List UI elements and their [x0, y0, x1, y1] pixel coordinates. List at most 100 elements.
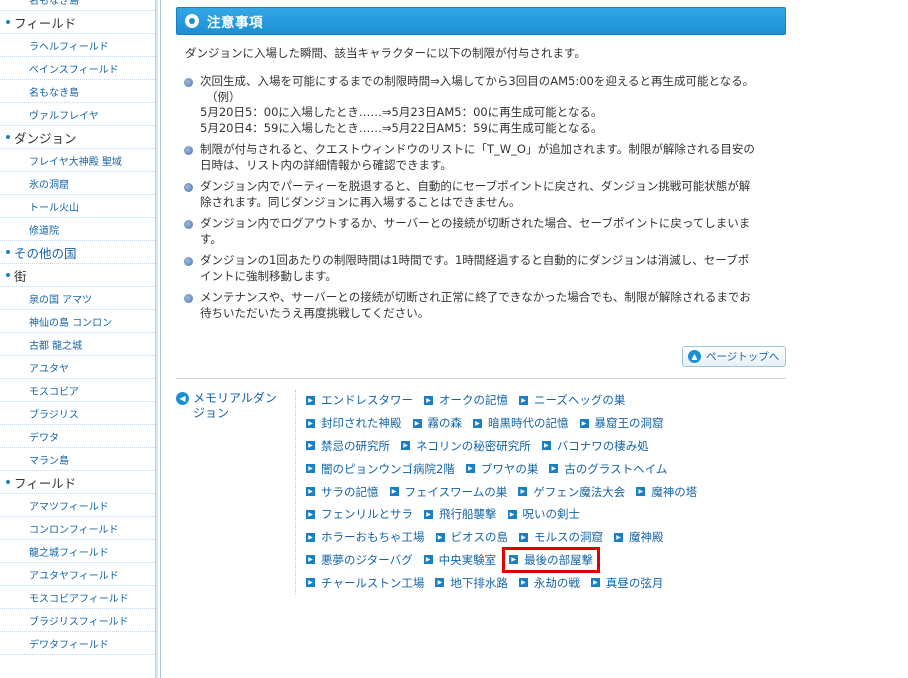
dungeon-link[interactable]: ▶ 闇のピョンウンゴ病院2階 [306, 461, 455, 477]
dungeon-link-label: 最後の部屋撃 [524, 552, 594, 567]
arrow-right-icon: ▶ [389, 487, 399, 497]
dungeon-link[interactable]: ▶ オークの記憶 [424, 392, 508, 408]
memorial-dungeon-label: メモリアルダンジョン [193, 391, 277, 420]
dungeon-links: ▶ エンドレスタワー ▶ オークの記憶 ▶ ニーズヘッグの巣 ▶ 封印された神殿 ▶ 霧の森 ▶ 暗黒… [306, 389, 786, 594]
link-row: ▶ 封印された神殿 ▶ 霧の森 ▶ 暗黒時代の記憶 ▶ 暴窟王の洞窟 [306, 412, 786, 435]
dungeon-link[interactable]: ▶ ホラーおもちゃ工場 [306, 529, 425, 545]
sidebar-item[interactable]: 古都 龍之城 [0, 333, 155, 356]
arrow-right-icon: ▶ [590, 578, 600, 588]
sidebar-item[interactable]: 名もなき島 [0, 80, 155, 103]
dungeon-link-label: ニーズヘッグの巣 [534, 393, 626, 408]
sidebar-item[interactable]: 神仙の島 コンロン [0, 310, 155, 333]
sidebar-item[interactable]: コンロンフィールド [0, 517, 155, 540]
dungeon-link[interactable]: ▶ ビオスの島 [435, 529, 508, 545]
arrow-right-icon: ▶ [465, 464, 475, 474]
dungeon-link[interactable]: ▶ フェイスワームの巣 [389, 484, 507, 500]
dungeon-link[interactable]: ▶ 暗黒時代の記憶 [473, 415, 569, 431]
intro-text: ダンジョンに入場した瞬間、該当キャラクターに以下の制限が付与されます。 [185, 46, 586, 60]
dungeon-link-label: 封印された神殿 [321, 416, 402, 431]
dungeon-link[interactable]: ▶ 中央実験室 [423, 552, 496, 568]
sidebar-list: 名もなき島 フィールド ラヘルフィールド ベインスフィールド 名もなき島 ヴァルフレイヤダ… [0, 0, 155, 655]
sidebar-item[interactable]: マラン島 [0, 448, 155, 471]
sidebar-heading[interactable]: その他の国 [0, 241, 155, 264]
bullet-icon [184, 146, 193, 155]
sidebar-item[interactable]: トール火山 [0, 195, 155, 218]
dungeon-link-label: 永劫の戦 [533, 575, 580, 590]
note-line: 除されます。同じダンジョンに再入場することはできません。 [200, 194, 521, 209]
sidebar-item[interactable]: ヴァルフレイヤ [0, 103, 155, 126]
sidebar-item[interactable]: 泉の国 アマツ [0, 287, 155, 310]
dungeon-link[interactable]: ▶ フェンリルとサラ [306, 506, 413, 522]
sidebar-scroll-rail [155, 0, 158, 678]
dungeon-link-label: 古のグラストヘイム [564, 461, 668, 476]
dungeon-link[interactable]: ▶ 最後の部屋撃 [502, 546, 601, 573]
arrow-right-icon: ▶ [306, 395, 315, 405]
dungeon-link[interactable]: ▶ 真昼の弦月 [590, 575, 663, 591]
dungeon-link[interactable]: ▶ 古のグラストヘイム [549, 461, 667, 477]
note-item: ダンジョン内でパーティーを脱退すると、自動的にセーブポイントに戻され、ダンジョン… [184, 179, 784, 210]
dungeon-link[interactable]: ▶ チャールストン工場 [306, 575, 424, 591]
dungeon-link[interactable]: ▶ 魔神の塔 [636, 484, 697, 500]
dungeon-link[interactable]: ▶ ブワヤの巣 [465, 461, 539, 477]
arrow-right-icon: ▶ [412, 418, 422, 428]
note-line: す。 [200, 231, 222, 246]
chevron-up-icon: ▲ [688, 350, 701, 363]
chevron-left-icon: ◀ [176, 392, 189, 405]
sidebar-item[interactable]: 龍之城フィールド [0, 540, 155, 563]
arrow-right-icon: ▶ [509, 555, 519, 565]
dungeon-link[interactable]: ▶ ゲフェン魔法大会 [518, 484, 625, 500]
arrow-right-icon: ▶ [435, 532, 445, 542]
dungeon-link[interactable]: ▶ 飛行船襲撃 [424, 506, 497, 522]
dungeon-link-label: 呪いの剣士 [522, 507, 581, 522]
sidebar-item[interactable]: モスコビアフィールド [0, 586, 155, 609]
arrow-right-icon: ▶ [423, 555, 433, 565]
sidebar-item[interactable]: アユタヤフィールド [0, 563, 155, 586]
sidebar-item[interactable]: ラヘルフィールド [0, 34, 155, 57]
arrow-right-icon: ▶ [401, 441, 410, 451]
dungeon-link[interactable]: ▶ エンドレスタワー [306, 392, 413, 408]
sidebar-heading: 街 [0, 264, 155, 287]
sidebar-item[interactable]: デワタ [0, 425, 155, 448]
page-top-button[interactable]: ▲ ページトップへ [682, 346, 786, 367]
note-item: ダンジョンの1回あたりの制限時間は1時間です。1時間経過すると自動的にダンジョン… [184, 253, 784, 284]
note-line: メンテナンスや、サーバーとの接続が切断され正常に終了できなかった場合でも、制限が… [200, 290, 751, 304]
sidebar-item[interactable]: アマツフィールド [0, 494, 155, 517]
dungeon-link[interactable]: ▶ サラの記憶 [306, 484, 379, 500]
memorial-dungeon-link[interactable]: ◀ メモリアルダンジョン [176, 391, 286, 421]
dungeon-link[interactable]: ▶ 悪夢のジターバグ [306, 552, 413, 568]
dungeon-link[interactable]: ▶ 禁忌の研究所 [306, 438, 390, 454]
dungeon-link[interactable]: ▶ 霧の森 [412, 415, 462, 431]
dungeon-link[interactable]: ▶ 暴窟王の洞窟 [579, 415, 664, 431]
arrow-right-icon: ▶ [519, 395, 528, 405]
sidebar-item[interactable]: フレイヤ大神殿 聖域 [0, 149, 155, 172]
vertical-divider [295, 390, 296, 594]
sidebar-item[interactable]: 修道院 [0, 218, 155, 241]
sidebar-item[interactable]: ブラジリス [0, 402, 155, 425]
sidebar-item[interactable]: デワタフィールド [0, 632, 155, 655]
notes-list: 次回生成、入場を可能にするまでの制限時間⇒入場してから3回目のAM5:00を迎え… [184, 74, 784, 327]
dungeon-link-label: 悪夢のジターバグ [321, 552, 413, 567]
sidebar-item[interactable]: 氷の洞窟 [0, 172, 155, 195]
dungeon-link[interactable]: ▶ 永劫の戦 [518, 575, 580, 591]
sidebar-item[interactable]: アユタヤ [0, 356, 155, 379]
dungeon-link[interactable]: ▶ 地下排水路 [435, 575, 508, 591]
dungeon-link[interactable]: ▶ ネコリンの秘密研究所 [401, 438, 531, 454]
dungeon-link[interactable]: ▶ モルスの洞窟 [519, 529, 603, 545]
sidebar-item[interactable]: 名もなき島 [0, 0, 155, 11]
dungeon-link[interactable]: ▶ 封印された神殿 [306, 415, 402, 431]
dungeon-link[interactable]: ▶ ニーズヘッグの巣 [519, 392, 625, 408]
dungeon-link[interactable]: ▶ バコナワの棲み処 [541, 438, 649, 454]
dungeon-link-label: フェンリルとサラ [321, 507, 413, 522]
sidebar-item[interactable]: ベインスフィールド [0, 57, 155, 80]
note-line: イントに強制移動します。 [200, 268, 337, 283]
dungeon-link[interactable]: ▶ 魔神殿 [614, 529, 664, 545]
dungeon-link[interactable]: ▶ 呪いの剣士 [507, 506, 581, 522]
dungeon-link-label: 魔神殿 [629, 530, 664, 545]
link-row: ▶ チャールストン工場 ▶ 地下排水路 ▶ 永劫の戦 ▶ 真昼の弦月 [306, 571, 786, 594]
sidebar-item[interactable]: モスコビア [0, 379, 155, 402]
circle-bullet-icon [185, 14, 199, 28]
bullet-icon [184, 78, 193, 87]
link-row: ▶ 禁忌の研究所 ▶ ネコリンの秘密研究所 ▶ バコナワの棲み処 [306, 435, 786, 458]
dungeon-link-label: ブワヤの巣 [480, 461, 539, 476]
sidebar-item[interactable]: ブラジリスフィールド [0, 609, 155, 632]
